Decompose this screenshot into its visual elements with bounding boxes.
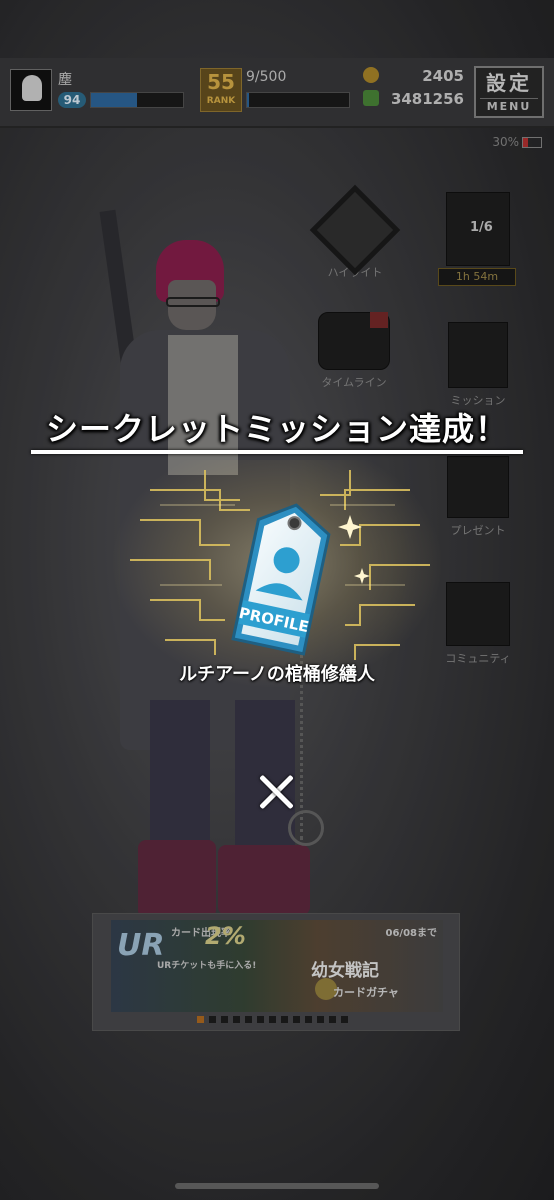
- circuit-line: [369, 564, 430, 590]
- reward-name: ルチアーノの棺桶修繕人: [179, 664, 375, 685]
- close-icon[interactable]: [252, 768, 300, 816]
- circuit-line: [130, 559, 211, 580]
- profile-tag-icon: PROFILE: [231, 503, 331, 656]
- circuit-line: [204, 470, 240, 501]
- circuit-line: [354, 644, 400, 660]
